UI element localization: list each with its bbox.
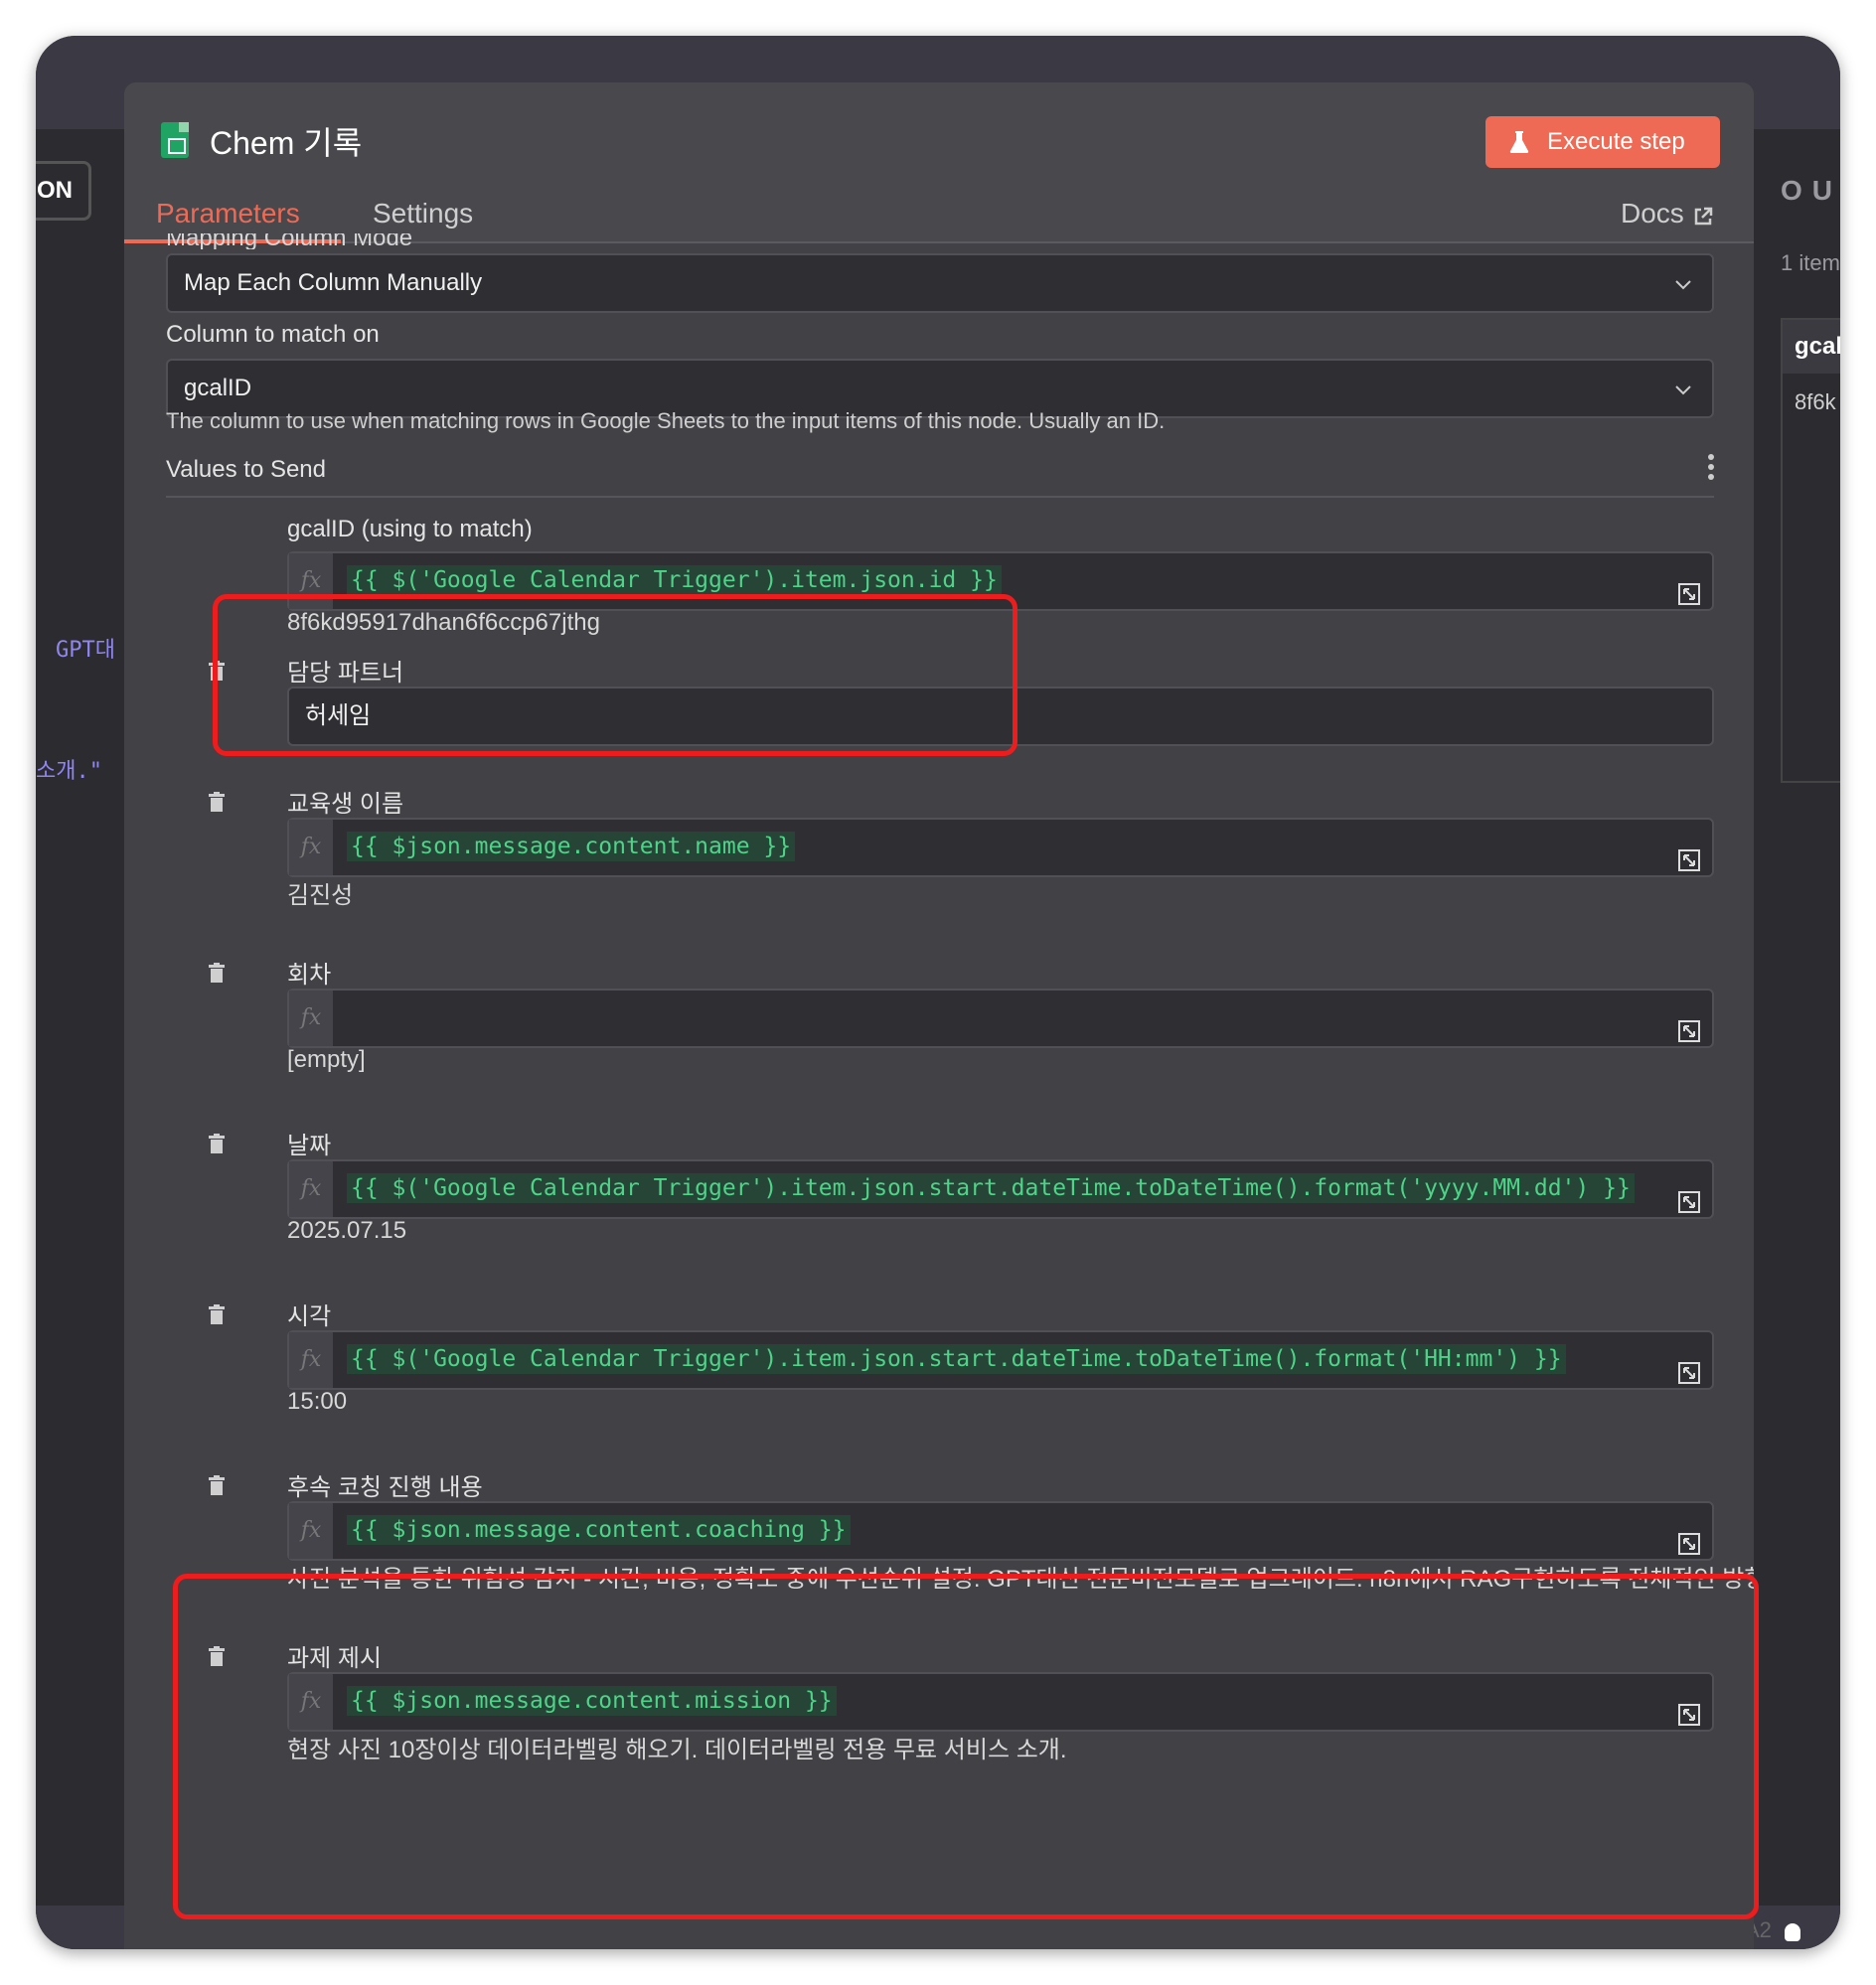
mapping-mode-select[interactable]: Map Each Column Manually (166, 253, 1714, 313)
fx-icon: fx (289, 820, 333, 875)
match-column-value: gcalID (184, 375, 252, 401)
field-label: 후속 코칭 진행 내용 (287, 1474, 483, 1501)
field-result: 15:00 (287, 1388, 348, 1415)
fx-icon: fx (289, 991, 333, 1046)
expression-input[interactable]: fx (287, 989, 1714, 1048)
trash-icon[interactable] (209, 792, 225, 812)
field-result: [empty] (287, 1046, 366, 1073)
trash-icon[interactable] (209, 963, 225, 983)
field-label: 날짜 (287, 1133, 332, 1159)
field-label: 시각 (287, 1303, 332, 1330)
output-cell: 8f6k (1795, 389, 1836, 414)
tab-settings[interactable]: Settings (373, 198, 473, 229)
fx-icon: fx (289, 1332, 333, 1388)
match-column-label: Column to match on (166, 321, 380, 348)
expression-text: {{ $json.message.content.coaching }} (347, 1515, 851, 1545)
output-title: OUT (1781, 175, 1840, 206)
expression-text: {{ $('Google Calendar Trigger').item.jso… (347, 1173, 1635, 1203)
expression-text: {{ $('Google Calendar Trigger').item.jso… (347, 565, 1002, 595)
expression-input[interactable]: fx {{ $('Google Calendar Trigger').item.… (287, 1330, 1714, 1390)
output-item-count: 1 item (1781, 250, 1840, 275)
expression-input[interactable]: fx {{ $json.message.content.coaching }} (287, 1501, 1714, 1561)
field-result: 2025.07.15 (287, 1217, 407, 1244)
trash-icon[interactable] (209, 1134, 225, 1153)
expression-input[interactable]: fx {{ $json.message.content.name }} (287, 818, 1714, 877)
trash-icon[interactable] (209, 1475, 225, 1495)
flask-icon (1509, 131, 1529, 153)
section-divider (166, 496, 1714, 498)
expression-text: {{ $json.message.content.name }} (347, 832, 796, 861)
expand-icon[interactable] (1678, 1533, 1700, 1555)
expand-icon[interactable] (1678, 1020, 1700, 1042)
expression-text: {{ $('Google Calendar Trigger').item.jso… (347, 1344, 1566, 1374)
json-view-button[interactable]: ON (36, 161, 91, 221)
mapping-mode-value: Map Each Column Manually (184, 269, 483, 296)
sheets-icon (161, 122, 189, 158)
field-result: 김진성 (287, 882, 354, 909)
input-code-line: 소개." (36, 759, 102, 784)
expand-icon[interactable] (1678, 849, 1700, 871)
match-column-hint: The column to use when matching rows in … (166, 408, 1166, 433)
docs-link[interactable]: Docs (1621, 198, 1684, 229)
execute-step-label: Execute step (1547, 128, 1685, 155)
highlight-box-match-field (213, 594, 1017, 756)
mapping-mode-label: Mapping Column Mode (166, 233, 413, 249)
fx-icon: fx (289, 1161, 333, 1217)
lightbulb-icon[interactable] (1785, 1923, 1800, 1941)
output-column-header: gcal (1783, 320, 1840, 374)
values-section-label: Values to Send (166, 456, 327, 483)
chevron-down-icon (1675, 385, 1691, 395)
trash-icon[interactable] (209, 1304, 225, 1324)
external-link-icon[interactable] (1692, 206, 1714, 228)
fx-icon: fx (289, 1503, 333, 1559)
expand-icon[interactable] (1678, 1362, 1700, 1384)
expand-icon[interactable] (1678, 583, 1700, 605)
expression-input[interactable]: fx {{ $('Google Calendar Trigger').item.… (287, 1159, 1714, 1219)
field-label: 교육생 이름 (287, 791, 404, 818)
input-code-line: GPT대 (56, 638, 115, 663)
output-table: gcal 8f6k (1781, 318, 1840, 783)
input-panel (36, 129, 125, 1906)
node-title[interactable]: Chem 기록 (210, 118, 362, 164)
field-label: 회차 (287, 962, 332, 989)
highlight-box-coaching-fields (173, 1574, 1759, 1919)
execute-step-button[interactable]: Execute step (1485, 116, 1720, 168)
kebab-menu-icon[interactable] (1708, 454, 1714, 480)
tab-parameters[interactable]: Parameters (156, 198, 300, 229)
chevron-down-icon (1675, 280, 1691, 290)
expand-icon[interactable] (1678, 1191, 1700, 1213)
field-label: gcalID (using to match) (287, 516, 533, 542)
panel-header: Chem 기록 Execute step Parameters Settings… (124, 82, 1754, 243)
